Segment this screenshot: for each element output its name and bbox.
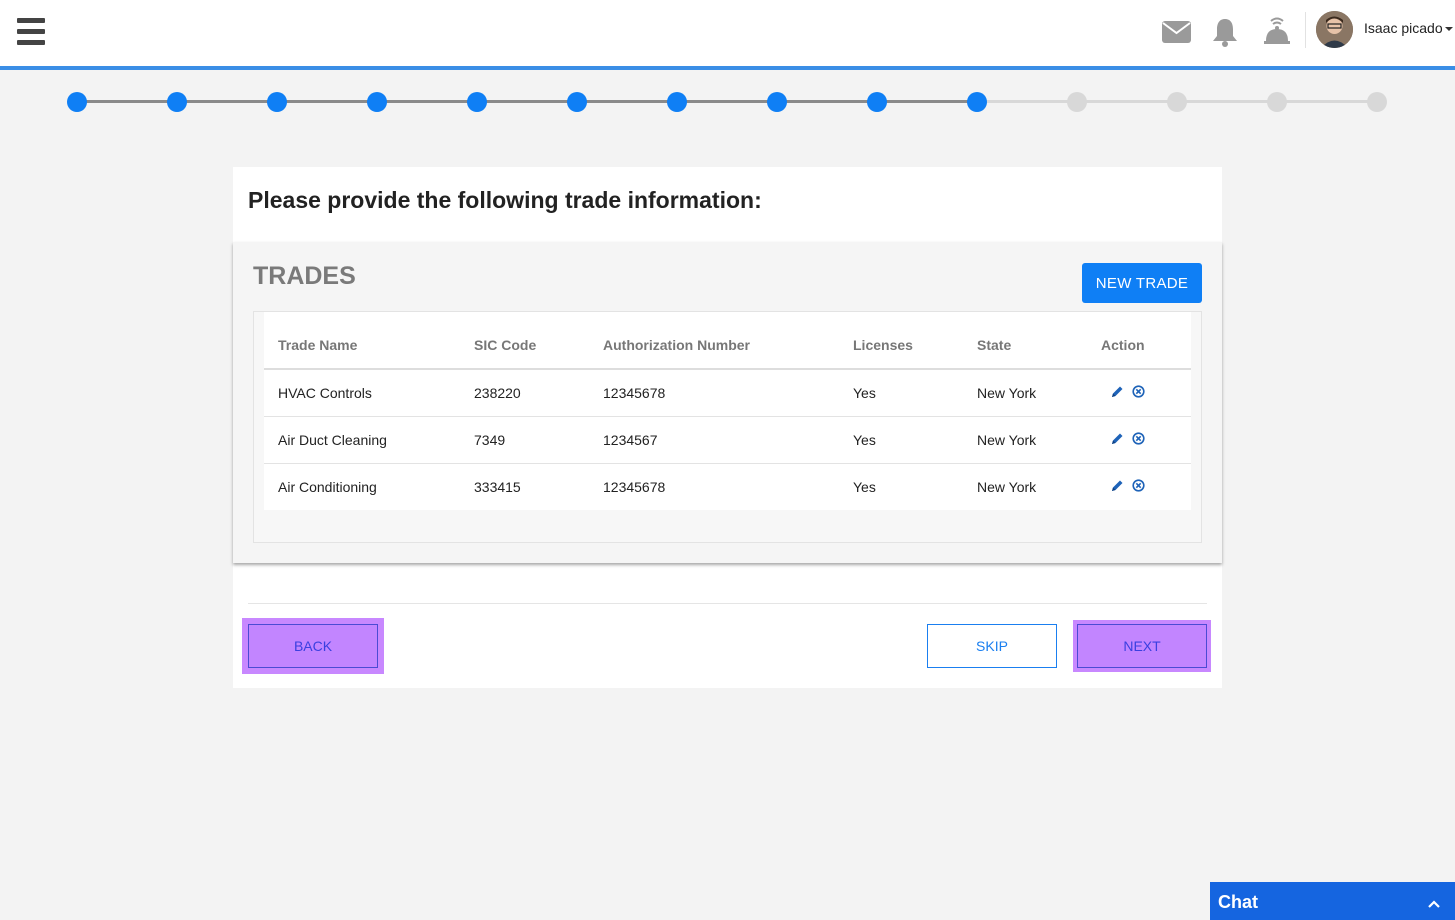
footer-divider xyxy=(248,603,1207,604)
cell-action xyxy=(1087,369,1191,417)
caret-down-icon xyxy=(1444,27,1453,32)
service-bell-icon[interactable] xyxy=(1262,13,1294,45)
step-connector xyxy=(777,100,877,103)
step-connector xyxy=(877,100,977,103)
cell-sic-code: 333415 xyxy=(474,478,521,495)
column-header-trade-name: Trade Name xyxy=(264,312,460,370)
next-button[interactable]: NEXT xyxy=(1073,620,1211,672)
step-connector xyxy=(977,100,1077,103)
progress-stepper xyxy=(0,88,1455,116)
table-row: Air Conditioning 333415 12345678 Yes New Yor… xyxy=(264,463,1191,510)
step-connector xyxy=(1277,100,1377,103)
step-connector xyxy=(577,100,677,103)
step-dot xyxy=(567,92,587,112)
edit-pencil-icon[interactable] xyxy=(1111,479,1124,495)
cell-action xyxy=(1087,416,1191,464)
table-row: Air Duct Cleaning 7349 1234567 Yes New York xyxy=(264,416,1191,464)
edit-pencil-icon[interactable] xyxy=(1111,432,1124,448)
cell-authorization-number: 12345678 xyxy=(603,478,666,495)
remove-circle-icon[interactable] xyxy=(1132,432,1145,448)
step-dot xyxy=(767,92,787,112)
cell-state: New York xyxy=(963,369,1087,417)
step-dot xyxy=(1167,92,1187,112)
cell-authorization-number: 12345678 xyxy=(589,369,839,417)
column-header-state: State xyxy=(963,312,1087,370)
step-connector xyxy=(477,100,577,103)
step-dot xyxy=(1367,92,1387,112)
trades-heading: TRADES xyxy=(253,262,356,290)
step-connector xyxy=(677,100,777,103)
header-divider xyxy=(1305,12,1306,48)
avatar[interactable] xyxy=(1316,11,1353,48)
page-title: Please provide the following trade infor… xyxy=(248,187,762,213)
step-connector xyxy=(177,100,277,103)
header-accent-line xyxy=(0,66,1455,70)
cell-trade-name: Air Duct Cleaning xyxy=(264,416,460,464)
chat-label: Chat xyxy=(1218,892,1258,912)
bell-icon[interactable] xyxy=(1211,17,1243,49)
cell-action xyxy=(1087,463,1191,510)
step-dot xyxy=(1267,92,1287,112)
new-trade-button[interactable]: NEW TRADE xyxy=(1082,263,1202,303)
chevron-up-icon[interactable] xyxy=(1427,896,1441,914)
trade-info-card: Please provide the following trade infor… xyxy=(233,167,1222,688)
table-header-row: Trade Name SIC Code Authorization Number… xyxy=(264,312,1191,370)
cell-authorization-number: 1234567 xyxy=(589,416,839,464)
cell-licenses: Yes xyxy=(839,416,963,464)
step-connector xyxy=(1177,100,1277,103)
trades-table: Trade Name SIC Code Authorization Number… xyxy=(264,312,1191,510)
user-menu[interactable]: Isaac picado xyxy=(1364,20,1453,36)
cell-state: New York xyxy=(963,416,1087,464)
cell-licenses: Yes xyxy=(839,369,963,417)
chat-widget[interactable]: Chat xyxy=(1210,882,1455,920)
step-dot xyxy=(367,92,387,112)
column-header-licenses: Licenses xyxy=(839,312,963,370)
step-dot xyxy=(667,92,687,112)
table-row: HVAC Controls 238220 12345678 Yes New York xyxy=(264,369,1191,417)
back-button[interactable]: BACK xyxy=(242,618,384,674)
step-connector xyxy=(377,100,477,103)
user-name: Isaac picado xyxy=(1364,20,1443,36)
column-header-action: Action xyxy=(1087,312,1191,370)
remove-circle-icon[interactable] xyxy=(1132,479,1145,495)
cell-licenses: Yes xyxy=(853,478,876,495)
cell-sic-code: 238220 xyxy=(460,369,589,417)
step-dot xyxy=(267,92,287,112)
step-connector xyxy=(77,100,177,103)
cell-state: New York xyxy=(977,478,1037,495)
edit-pencil-icon[interactable] xyxy=(1111,385,1124,401)
step-dot xyxy=(167,92,187,112)
trades-table-wrapper: Trade Name SIC Code Authorization Number… xyxy=(253,311,1202,543)
step-dot xyxy=(867,92,887,112)
step-dot xyxy=(67,92,87,112)
remove-circle-icon[interactable] xyxy=(1132,385,1145,401)
trades-panel: TRADES NEW TRADE Trade Name SIC Code Aut… xyxy=(233,242,1222,563)
mail-icon[interactable] xyxy=(1161,20,1193,52)
cell-sic-code: 7349 xyxy=(460,416,589,464)
hamburger-menu-icon[interactable] xyxy=(17,18,45,46)
column-header-sic-code: SIC Code xyxy=(460,312,589,370)
step-dot xyxy=(1067,92,1087,112)
step-dot xyxy=(967,92,987,112)
cell-trade-name: HVAC Controls xyxy=(264,369,460,417)
step-connector xyxy=(1077,100,1177,103)
cell-trade-name: Air Conditioning xyxy=(278,478,377,495)
skip-button[interactable]: SKIP xyxy=(927,624,1057,668)
step-dot xyxy=(467,92,487,112)
top-bar: Isaac picado xyxy=(0,0,1455,66)
column-header-authorization-number: Authorization Number xyxy=(589,312,839,370)
step-connector xyxy=(277,100,377,103)
